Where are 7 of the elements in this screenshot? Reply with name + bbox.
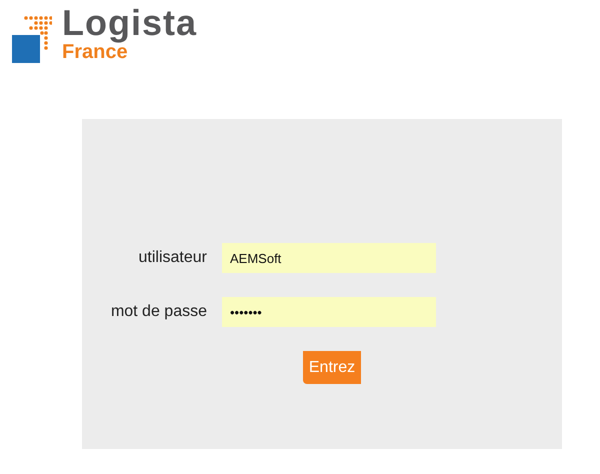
- logo-name: Logista: [62, 5, 198, 41]
- input-field[interactable]: AEMSoft: [222, 243, 436, 273]
- logo-icon: [12, 15, 52, 63]
- field-label: mot de passe: [110, 303, 207, 321]
- input-field[interactable]: •••••••: [222, 297, 436, 327]
- logo-subtitle: France: [62, 41, 128, 63]
- field-label: utilisateur: [138, 249, 207, 267]
